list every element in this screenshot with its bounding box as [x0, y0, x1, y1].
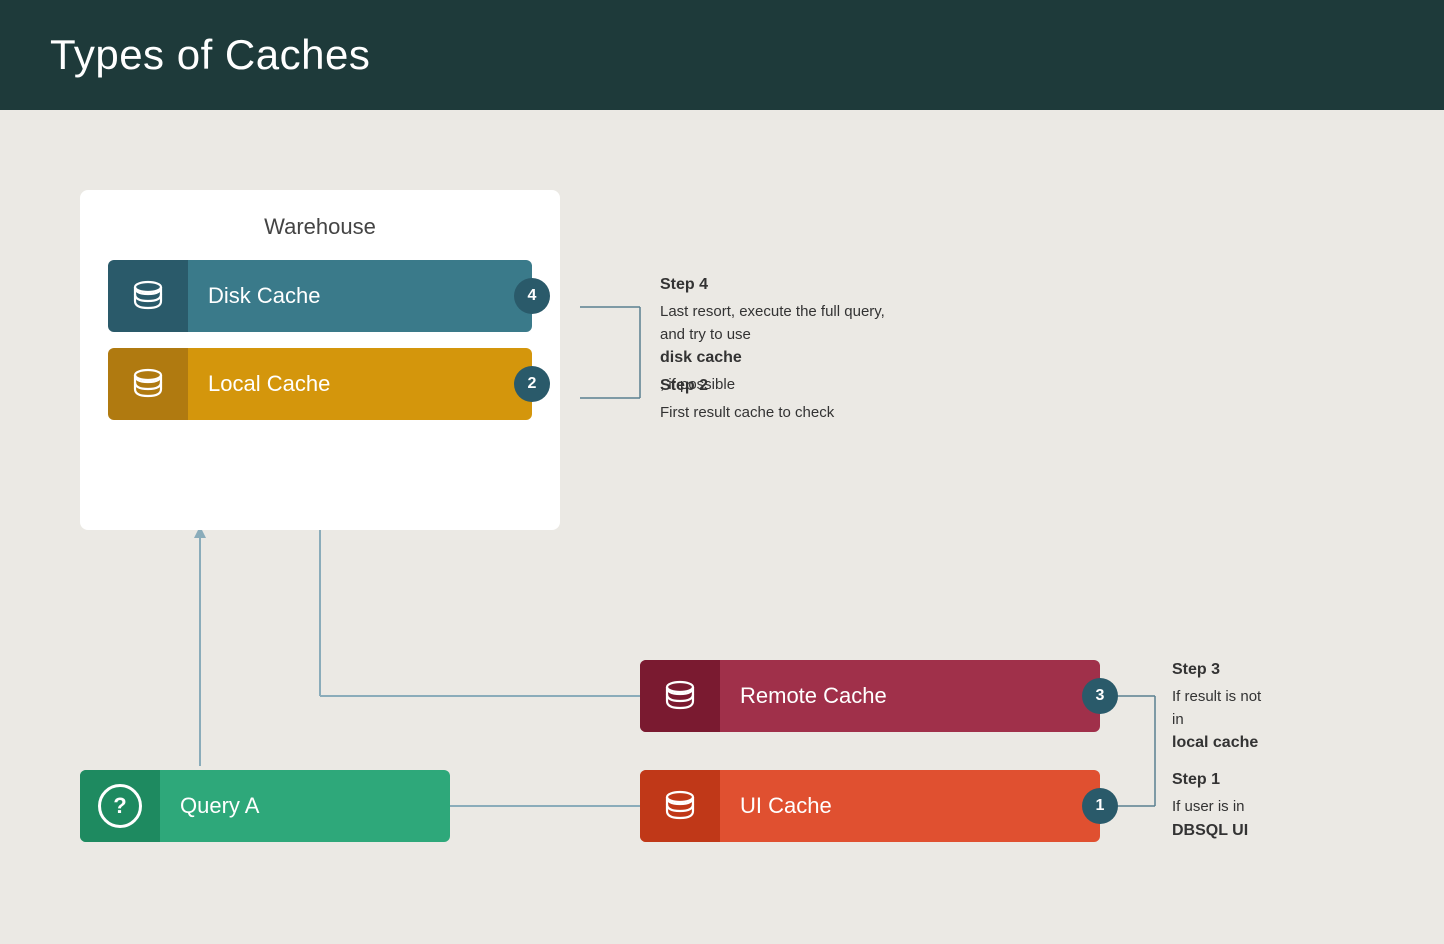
disk-cache-icon: [129, 277, 167, 315]
ui-cache-icon: [661, 787, 699, 825]
local-cache-icon: [129, 365, 167, 403]
header: Types of Caches: [0, 0, 1444, 110]
warehouse-box: Warehouse Disk Cache 4: [80, 190, 560, 530]
ui-cache-box: UI Cache 1: [640, 770, 1100, 842]
warehouse-label: Warehouse: [108, 214, 532, 240]
local-cache-icon-bg: [108, 348, 188, 420]
remote-cache-icon-bg: [640, 660, 720, 732]
step2-desc: Step 2 First result cache to check: [660, 374, 980, 425]
disk-cache-step-badge: 4: [514, 278, 550, 314]
ui-cache-label: UI Cache: [720, 793, 832, 819]
query-icon-bg: ?: [80, 770, 160, 842]
remote-cache-box: Remote Cache 3: [640, 660, 1100, 732]
disk-cache-icon-bg: [108, 260, 188, 332]
step3-text: If result is notin local cache: [1172, 688, 1392, 755]
query-icon: ?: [98, 784, 142, 828]
step3-desc: Step 3 If result is notin local cache: [1172, 658, 1392, 759]
ui-cache-step-badge: 1: [1082, 788, 1118, 824]
local-cache-step-badge: 2: [514, 366, 550, 402]
main-content: Warehouse Disk Cache 4: [0, 110, 1444, 944]
step1-desc: Step 1 If user is inDBSQL UI: [1172, 768, 1392, 847]
remote-cache-icon: [661, 677, 699, 715]
step1-title: Step 1: [1172, 768, 1392, 792]
disk-cache-label: Disk Cache: [188, 260, 532, 332]
query-label: Query A: [160, 793, 259, 819]
page-title: Types of Caches: [50, 31, 370, 79]
step1-text: If user is inDBSQL UI: [1172, 798, 1392, 843]
ui-cache-icon-bg: [640, 770, 720, 842]
step2-text: First result cache to check: [660, 404, 834, 421]
disk-cache-bar: Disk Cache 4: [108, 260, 532, 332]
remote-cache-label: Remote Cache: [720, 683, 887, 709]
step2-title: Step 2: [660, 374, 980, 398]
local-cache-bar: Local Cache 2: [108, 348, 532, 420]
local-cache-label: Local Cache: [188, 348, 532, 420]
step3-title: Step 3: [1172, 658, 1392, 682]
remote-cache-step-badge: 3: [1082, 678, 1118, 714]
query-box: ? Query A: [80, 770, 450, 842]
step4-title: Step 4: [660, 273, 1080, 297]
